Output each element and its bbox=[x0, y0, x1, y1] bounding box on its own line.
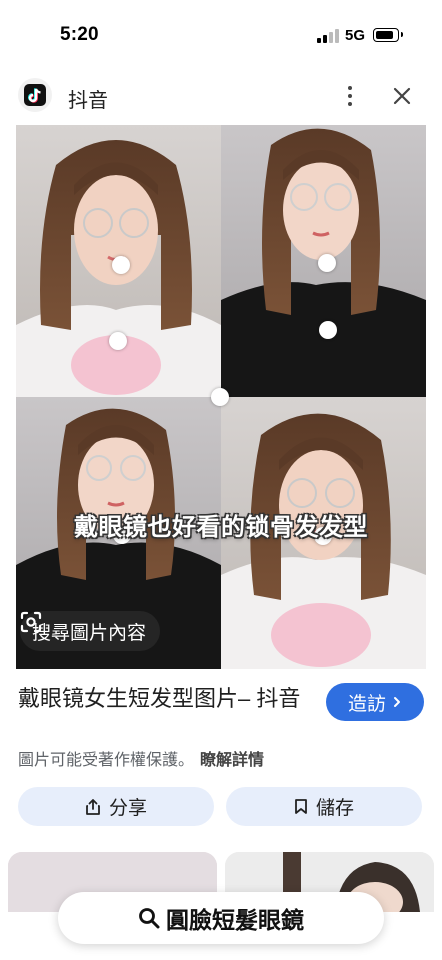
object-hotspot[interactable] bbox=[319, 321, 337, 339]
result-title[interactable]: 戴眼镜女生短发型图片– 抖音 bbox=[18, 684, 310, 713]
share-button[interactable]: 分享 bbox=[18, 787, 214, 826]
network-type: 5G bbox=[345, 27, 366, 44]
status-time: 5:20 bbox=[60, 24, 99, 45]
object-hotspot[interactable] bbox=[112, 256, 130, 274]
copyright-text: 圖片可能受著作權保護。 bbox=[18, 752, 195, 769]
tiktok-logo-icon bbox=[18, 78, 52, 112]
object-hotspot[interactable] bbox=[109, 332, 127, 350]
save-button[interactable]: 儲存 bbox=[226, 787, 422, 826]
share-icon bbox=[86, 798, 100, 815]
save-label: 儲存 bbox=[315, 798, 354, 819]
object-hotspot[interactable] bbox=[211, 388, 229, 406]
learn-more-link[interactable]: 瞭解詳情 bbox=[200, 752, 264, 769]
related-search-query: 圓臉短髮眼鏡 bbox=[166, 907, 304, 933]
object-hotspot[interactable] bbox=[318, 254, 336, 272]
lens-icon bbox=[20, 611, 42, 633]
source-name: 抖音 bbox=[68, 90, 108, 112]
copyright-notice: 圖片可能受著作權保護。 瞭解詳情 bbox=[18, 746, 264, 770]
visit-label: 造訪 bbox=[347, 693, 386, 715]
result-image[interactable]: 戴眼镜也好看的锁骨发发型 搜尋圖片內容 bbox=[16, 125, 426, 669]
more-options-icon[interactable] bbox=[336, 82, 364, 110]
close-icon[interactable] bbox=[388, 82, 416, 110]
share-label: 分享 bbox=[108, 798, 147, 819]
cellular-signal-icon bbox=[317, 29, 339, 43]
lens-search-label: 搜尋圖片內容 bbox=[32, 622, 147, 644]
related-search-button[interactable]: 圓臉短髮眼鏡 bbox=[58, 892, 384, 944]
bookmark-icon bbox=[295, 799, 307, 814]
battery-icon bbox=[373, 28, 403, 42]
lens-search-button[interactable]: 搜尋圖片內容 bbox=[20, 611, 161, 651]
chevron-right-icon bbox=[394, 697, 400, 707]
search-icon bbox=[139, 908, 160, 929]
image-overlay-caption: 戴眼镜也好看的锁骨发发型 bbox=[74, 514, 368, 541]
status-bar: 5:20 5G bbox=[0, 0, 442, 70]
visit-button[interactable]: 造訪 bbox=[326, 683, 424, 721]
app-header: 抖音 bbox=[0, 72, 442, 120]
